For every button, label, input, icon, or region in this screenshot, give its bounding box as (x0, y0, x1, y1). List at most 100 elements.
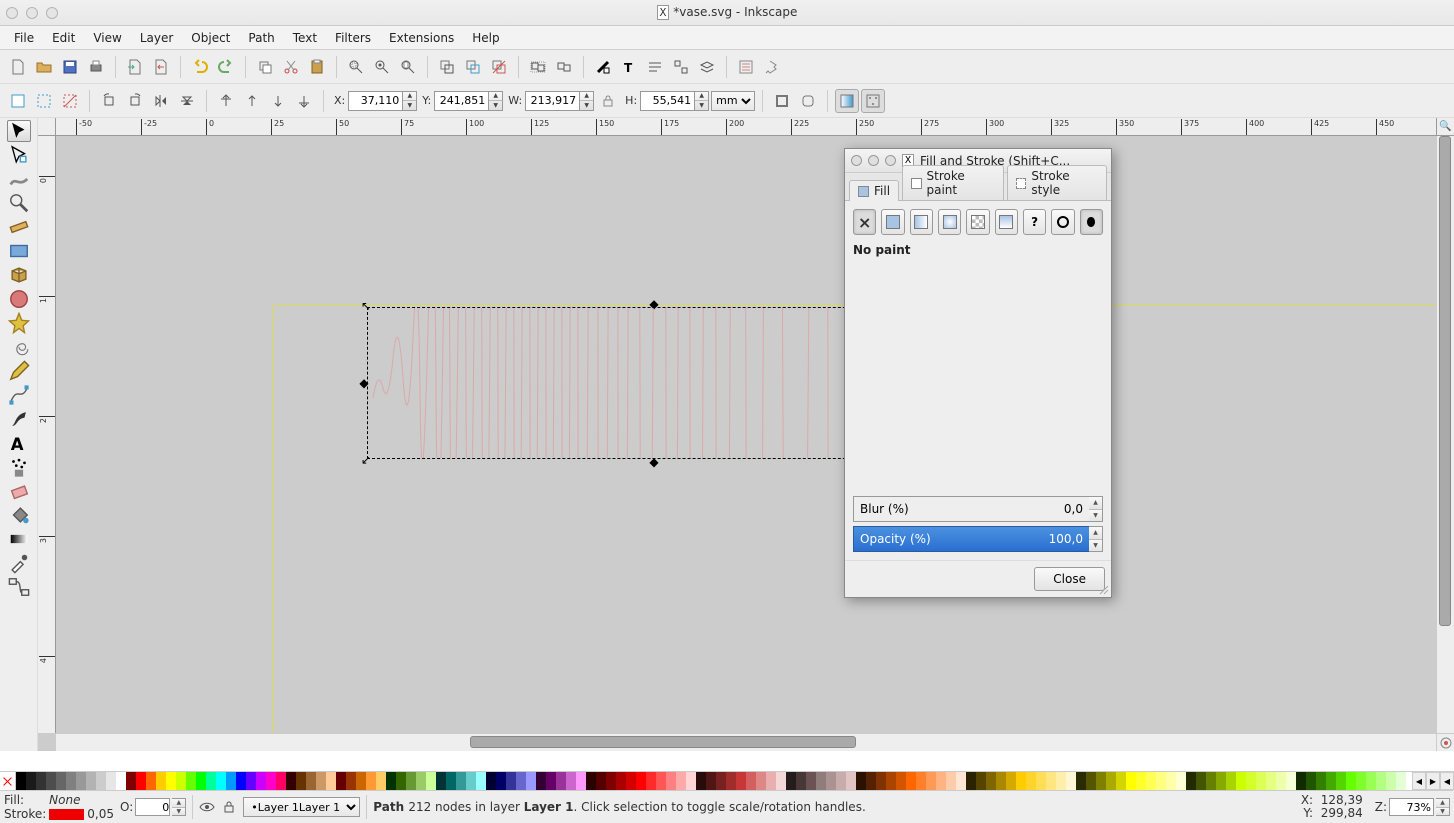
export-icon[interactable] (149, 55, 173, 79)
fill-stroke-dialog-icon[interactable] (591, 55, 615, 79)
palette-swatch[interactable] (736, 772, 746, 790)
spray-tool-icon[interactable] (7, 456, 31, 478)
palette-swatch[interactable] (136, 772, 146, 790)
star-tool-icon[interactable] (7, 312, 31, 334)
gradient-tool-icon[interactable] (7, 528, 31, 550)
palette-swatch[interactable] (1126, 772, 1136, 790)
zoom-page-icon[interactable] (396, 55, 420, 79)
palette-swatch[interactable] (1086, 772, 1096, 790)
palette-swatch[interactable] (486, 772, 496, 790)
palette-swatch[interactable] (606, 772, 616, 790)
no-paint-button[interactable]: × (853, 209, 876, 235)
opacity-slider[interactable]: Opacity (%)100,0 (853, 526, 1089, 552)
print-icon[interactable] (84, 55, 108, 79)
palette-swatch[interactable] (176, 772, 186, 790)
palette-scroll-right-icon[interactable]: ▶ (1426, 772, 1440, 790)
palette-swatch[interactable] (1306, 772, 1316, 790)
palette-swatch[interactable] (1146, 772, 1156, 790)
xml-editor-icon[interactable] (643, 55, 667, 79)
menu-file[interactable]: File (6, 28, 42, 48)
palette-swatch[interactable] (316, 772, 326, 790)
blur-slider[interactable]: Blur (%)0,0 (853, 496, 1089, 522)
palette-swatch[interactable] (1266, 772, 1276, 790)
rotate-ccw-icon[interactable] (97, 89, 121, 113)
palette-swatch[interactable] (466, 772, 476, 790)
palette-swatch[interactable] (1006, 772, 1016, 790)
palette-swatch[interactable] (1176, 772, 1186, 790)
tab-stroke-style[interactable]: Stroke style (1007, 165, 1107, 200)
palette-swatch[interactable] (96, 772, 106, 790)
unlink-clone-icon[interactable] (487, 55, 511, 79)
palette-swatch[interactable] (476, 772, 486, 790)
palette-swatch[interactable] (116, 772, 126, 790)
palette-swatch[interactable] (656, 772, 666, 790)
palette-swatch[interactable] (556, 772, 566, 790)
palette-swatch[interactable] (1336, 772, 1346, 790)
3dbox-tool-icon[interactable] (7, 264, 31, 286)
pattern-button[interactable] (966, 209, 989, 235)
layer-visibility-icon[interactable] (199, 799, 215, 815)
palette-swatch[interactable] (206, 772, 216, 790)
menu-filters[interactable]: Filters (327, 28, 379, 48)
palette-swatch[interactable] (386, 772, 396, 790)
palette-swatch[interactable] (976, 772, 986, 790)
undo-icon[interactable] (188, 55, 212, 79)
palette-swatch[interactable] (336, 772, 346, 790)
palette-swatch[interactable] (836, 772, 846, 790)
select-all-layers-icon[interactable] (6, 89, 30, 113)
palette-swatch[interactable] (146, 772, 156, 790)
palette-swatch[interactable] (1216, 772, 1226, 790)
palette-swatch[interactable] (796, 772, 806, 790)
palette-swatch[interactable] (536, 772, 546, 790)
import-icon[interactable] (123, 55, 147, 79)
menu-path[interactable]: Path (240, 28, 282, 48)
palette-swatch[interactable] (1356, 772, 1366, 790)
document-properties-icon[interactable] (760, 55, 784, 79)
redo-icon[interactable] (214, 55, 238, 79)
palette-swatch[interactable] (926, 772, 936, 790)
palette-swatch[interactable] (1156, 772, 1166, 790)
palette-swatch[interactable] (726, 772, 736, 790)
opacity-spin-icon[interactable]: ▲▼ (1089, 526, 1103, 552)
palette-swatch[interactable] (936, 772, 946, 790)
paint-bucket-tool-icon[interactable] (7, 504, 31, 526)
current-layer-selector[interactable]: •Layer 1Layer 1 (243, 797, 360, 817)
palette-swatch[interactable] (1096, 772, 1106, 790)
ungroup-icon[interactable] (552, 55, 576, 79)
palette-swatch[interactable] (1016, 772, 1026, 790)
palette-swatch[interactable] (786, 772, 796, 790)
palette-swatch[interactable] (126, 772, 136, 790)
dialog-maximize-icon[interactable] (885, 155, 896, 166)
palette-swatch[interactable] (1236, 772, 1246, 790)
raise-top-icon[interactable] (214, 89, 238, 113)
canvas[interactable]: ↖ ◆ ◆ ↙ ◆ (56, 136, 1436, 733)
palette-swatch[interactable] (776, 772, 786, 790)
palette-swatch[interactable] (746, 772, 756, 790)
palette-swatch[interactable] (1386, 772, 1396, 790)
palette-swatch[interactable] (226, 772, 236, 790)
palette-swatch[interactable] (346, 772, 356, 790)
affect-pattern-icon[interactable] (861, 89, 885, 113)
palette-menu-icon[interactable]: ◀ (1440, 772, 1454, 790)
vertical-scrollbar[interactable] (1436, 136, 1454, 733)
affect-stroke-icon[interactable] (770, 89, 794, 113)
palette-swatch[interactable] (816, 772, 826, 790)
tweak-tool-icon[interactable] (7, 168, 31, 190)
zoom-spin-icon[interactable]: ▲▼ (1436, 798, 1450, 816)
palette-swatch[interactable] (566, 772, 576, 790)
palette-swatch[interactable] (256, 772, 266, 790)
palette-swatch[interactable] (1276, 772, 1286, 790)
palette-swatch[interactable] (16, 772, 26, 790)
zoom-tool-icon[interactable] (7, 192, 31, 214)
menu-layer[interactable]: Layer (132, 28, 181, 48)
text-tool-icon[interactable]: A (7, 432, 31, 454)
palette-swatch[interactable] (496, 772, 506, 790)
unit-selector[interactable]: mm (711, 91, 755, 111)
calligraphy-tool-icon[interactable] (7, 408, 31, 430)
palette-swatch[interactable] (1166, 772, 1176, 790)
palette-swatch[interactable] (896, 772, 906, 790)
palette-swatch[interactable] (246, 772, 256, 790)
palette-swatch[interactable] (1326, 772, 1336, 790)
select-all-icon[interactable] (32, 89, 56, 113)
palette-swatch[interactable] (876, 772, 886, 790)
